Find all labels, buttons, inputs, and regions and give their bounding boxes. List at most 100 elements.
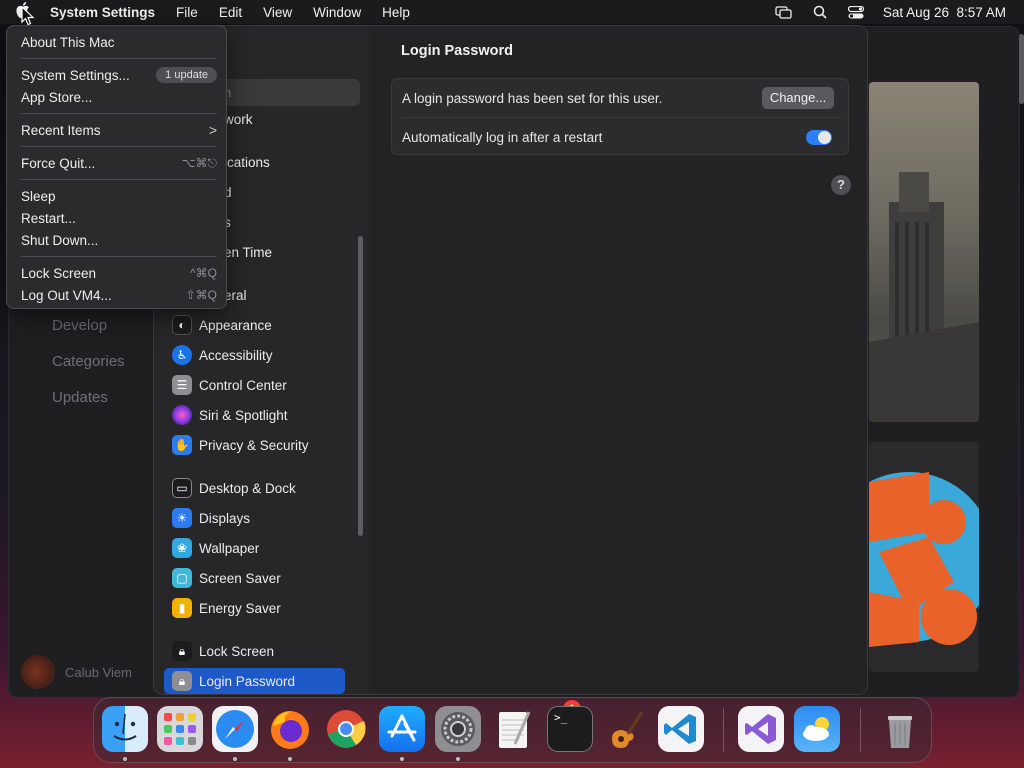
- firefox-icon: [271, 711, 309, 749]
- screen-mirroring-icon[interactable]: [775, 5, 793, 19]
- back-user-account[interactable]: Calub Viem: [21, 655, 132, 689]
- window-scrollbar[interactable]: [1019, 34, 1024, 104]
- shortcut-label: ^⌘Q: [190, 266, 217, 280]
- menu-item-label: App Store...: [21, 89, 93, 105]
- system-settings-window: h work ications d s en Time eral ◐ Appea…: [153, 25, 868, 695]
- sidebar-item-accessibility[interactable]: ♿ Accessibility: [164, 342, 344, 368]
- gear-icon: [441, 712, 475, 746]
- running-indicator: [233, 757, 237, 761]
- sidebar-item-label: Accessibility: [199, 347, 273, 363]
- dock-terminal[interactable]: >_: [547, 706, 593, 752]
- change-password-button[interactable]: Change...: [762, 87, 834, 109]
- apple-menu-dropdown: About This Mac System Settings... 1 upda…: [6, 25, 227, 309]
- menu-separator: [21, 146, 217, 147]
- dock-textedit[interactable]: [491, 706, 537, 752]
- dock-safari[interactable]: [212, 706, 258, 752]
- auto-login-toggle[interactable]: [806, 130, 832, 145]
- dock-chrome[interactable]: [323, 706, 369, 752]
- menu-bar: System Settings File Edit View Window He…: [0, 0, 1024, 24]
- dock-finder[interactable]: [102, 706, 148, 752]
- menu-separator: [21, 113, 217, 114]
- menu-edit[interactable]: Edit: [219, 5, 242, 20]
- back-sidebar-develop[interactable]: Develop: [52, 317, 107, 334]
- sidebar-item-label: Screen Saver: [199, 570, 281, 586]
- dock-garageband[interactable]: [602, 706, 648, 752]
- sidebar-item-login-password[interactable]: 🔒︎ Login Password: [164, 668, 345, 694]
- dock-vscode[interactable]: [658, 706, 704, 752]
- dock-trash[interactable]: [877, 706, 923, 752]
- sidebar-item-wallpaper[interactable]: ❀ Wallpaper: [164, 535, 344, 561]
- dock-launchpad[interactable]: [157, 706, 203, 752]
- control-center-icon: ☰: [172, 375, 192, 395]
- menu-item-shut-down[interactable]: Shut Down...: [21, 230, 217, 250]
- menu-app-name[interactable]: System Settings: [50, 5, 155, 20]
- menu-item-log-out[interactable]: Log Out VM4... ⇧⌘Q: [21, 285, 217, 305]
- settings-content-pane: Login Password A login password has been…: [371, 26, 867, 694]
- running-indicator: [456, 757, 460, 761]
- sidebar-item-lock-screen[interactable]: 🔒︎ Lock Screen: [164, 638, 344, 664]
- dock-app-store[interactable]: [379, 706, 425, 752]
- dock-weather[interactable]: [794, 706, 840, 752]
- auto-login-text: Automatically log in after a restart: [402, 129, 603, 145]
- menu-view[interactable]: View: [263, 5, 292, 20]
- menu-file[interactable]: File: [176, 5, 198, 20]
- dock: 1 >_: [93, 697, 932, 763]
- sidebar-item-appearance[interactable]: ◐ Appearance: [164, 312, 344, 338]
- featured-card-artwork[interactable]: [869, 442, 979, 672]
- sidebar-scrollbar[interactable]: [358, 236, 363, 536]
- menu-item-about-this-mac[interactable]: About This Mac: [21, 32, 217, 52]
- featured-card-image[interactable]: [869, 82, 979, 422]
- sidebar-item-control-center[interactable]: ☰ Control Center: [164, 372, 344, 398]
- appearance-icon: ◐: [172, 315, 192, 335]
- wallpaper-icon: ❀: [172, 538, 192, 558]
- menu-help[interactable]: Help: [382, 5, 410, 20]
- password-set-text: A login password has been set for this u…: [402, 90, 663, 106]
- page-title: Login Password: [401, 43, 513, 59]
- shortcut-label: ⇧⌘Q: [185, 288, 217, 302]
- menu-item-system-settings[interactable]: System Settings... 1 update: [21, 65, 217, 85]
- menu-item-label: Restart...: [21, 210, 76, 226]
- launchpad-icon: [164, 713, 196, 745]
- mouse-pointer-icon: [21, 6, 35, 26]
- menu-bar-clock[interactable]: Sat Aug 26 8:57 AM: [883, 5, 1006, 20]
- login-password-group: A login password has been set for this u…: [391, 78, 849, 155]
- sidebar-item-energy-saver[interactable]: ▮ Energy Saver: [164, 595, 344, 621]
- menu-item-sleep[interactable]: Sleep: [21, 186, 217, 206]
- menu-item-force-quit[interactable]: Force Quit... ⌥⌘⎋: [21, 153, 217, 173]
- sidebar-item-siri-spotlight[interactable]: Siri & Spotlight: [164, 402, 344, 428]
- finder-icon: [113, 713, 137, 741]
- menu-item-label: Sleep: [21, 188, 56, 204]
- screen-saver-icon: ▢: [172, 568, 192, 588]
- menu-item-restart[interactable]: Restart...: [21, 208, 217, 228]
- menu-item-app-store[interactable]: App Store...: [21, 87, 217, 107]
- sidebar-item-desktop-dock[interactable]: ▭ Desktop & Dock: [164, 475, 344, 501]
- sidebar-item-privacy-security[interactable]: ✋ Privacy & Security: [164, 432, 344, 458]
- vscode-icon: [664, 714, 696, 744]
- menu-window[interactable]: Window: [313, 5, 361, 20]
- dock-firefox[interactable]: [267, 706, 313, 752]
- sidebar-item-displays[interactable]: ☀ Displays: [164, 505, 344, 531]
- accessibility-icon: ♿: [172, 345, 192, 365]
- running-indicator: [123, 757, 127, 761]
- search-icon[interactable]: [811, 5, 829, 19]
- menu-item-label: Lock Screen: [21, 265, 97, 281]
- sidebar-item-label: Displays: [199, 510, 251, 526]
- dock-visual-studio[interactable]: [738, 706, 784, 752]
- menu-item-recent-items[interactable]: Recent Items >: [21, 120, 217, 140]
- menu-item-label: About This Mac: [21, 34, 115, 50]
- sidebar-item-label: Control Center: [199, 377, 287, 393]
- help-button[interactable]: ?: [831, 175, 851, 195]
- back-sidebar-categories[interactable]: Categories: [52, 353, 125, 370]
- back-sidebar-updates[interactable]: Updates: [52, 389, 108, 406]
- dock-system-settings[interactable]: [435, 706, 481, 752]
- sidebar-item-label: Appearance: [199, 317, 272, 333]
- sidebar-item-label: Wallpaper: [199, 540, 260, 556]
- running-indicator: [400, 757, 404, 761]
- menu-item-lock-screen[interactable]: Lock Screen ^⌘Q: [21, 263, 217, 283]
- weather-cloud-icon: [803, 717, 829, 741]
- lock-icon: 🔒︎: [172, 641, 192, 661]
- guitar-icon: [612, 711, 644, 748]
- sidebar-item-screen-saver[interactable]: ▢ Screen Saver: [164, 565, 344, 591]
- siri-icon: [172, 405, 192, 425]
- control-center-icon[interactable]: [847, 5, 865, 19]
